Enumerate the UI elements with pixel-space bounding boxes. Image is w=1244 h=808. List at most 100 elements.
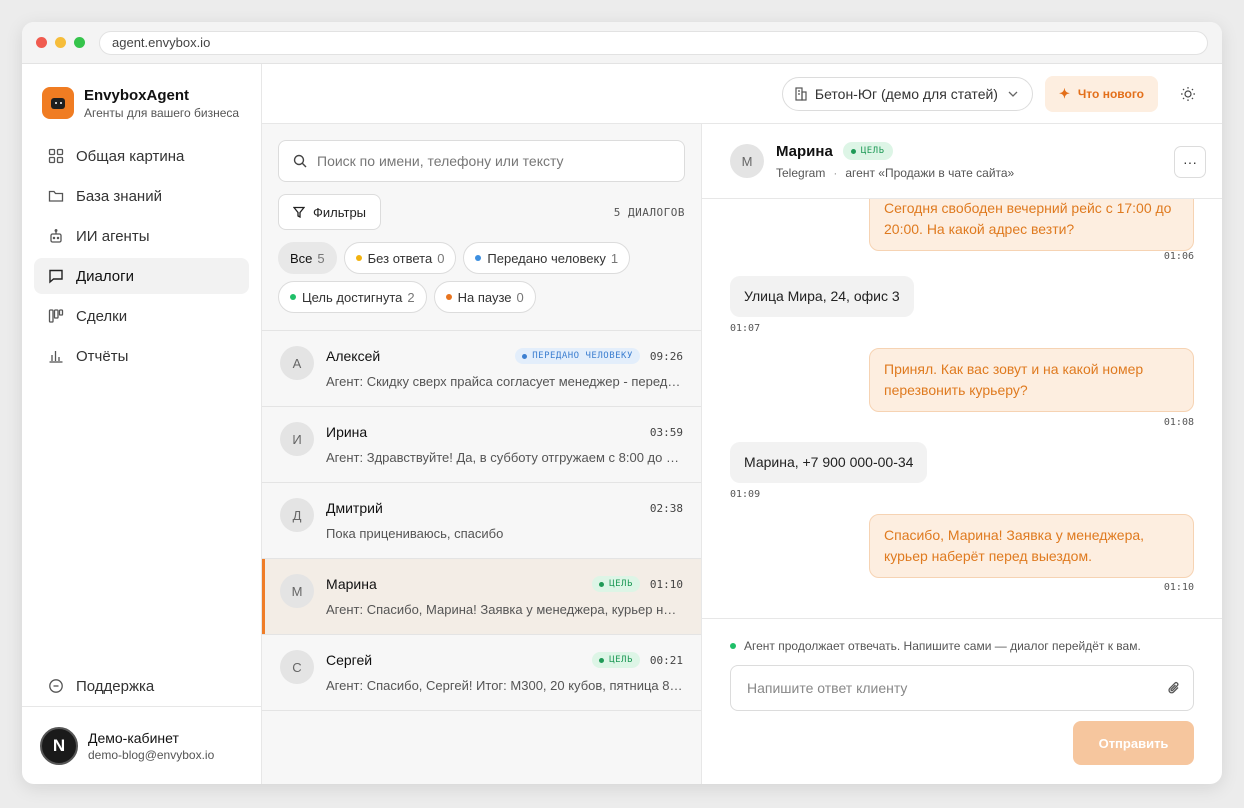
account-name: Демо-кабинет xyxy=(88,729,179,746)
contact-avatar: Д xyxy=(280,498,314,532)
chat-pane: М Марина ЦЕЛЬ Telegram · агент «Продажи в … xyxy=(702,124,1222,784)
paperclip-icon[interactable] xyxy=(1167,680,1181,699)
content: Поиск по имени, телефону или тексту Филь… xyxy=(262,124,1222,784)
sidebar-item-deals[interactable]: Сделки xyxy=(34,298,249,334)
composer: Агент продолжает отвечать. Напишите сами… xyxy=(702,618,1222,784)
chip-count: 1 xyxy=(610,250,619,266)
chat-agent: агент «Продажи в чате сайта» xyxy=(845,166,1015,180)
dialog-item[interactable]: С Сергей ЦЕЛЬ 00:21 Агент: Спасибо, Серг… xyxy=(262,635,701,711)
chat-contact-name: Марина xyxy=(776,142,833,160)
chip-label: Все xyxy=(290,250,313,266)
filters-label: Фильтры xyxy=(313,204,367,220)
sidebar-item-knowledge-base[interactable]: База знаний xyxy=(34,178,249,214)
client-message: Улица Мира, 24, офис 3 xyxy=(730,276,914,317)
company-selector[interactable]: Бетон-Юг (демо для статей) xyxy=(781,76,1033,111)
agent-status-hint: Агент продолжает отвечать. Напишите сами… xyxy=(730,639,1141,653)
sidebar-item-label: Общая картина xyxy=(76,147,185,165)
minimize-window-dot[interactable] xyxy=(55,37,66,48)
goal-badge: ЦЕЛЬ xyxy=(842,142,893,160)
dialog-item[interactable]: Д Дмитрий 02:38 Пока прицениваюсь, спаси… xyxy=(262,483,701,559)
filters-button[interactable]: Фильтры xyxy=(278,194,382,230)
dialog-time: 03:59 xyxy=(649,425,683,439)
theme-toggle-sun-icon[interactable] xyxy=(1176,82,1200,106)
address-bar[interactable]: agent.envybox.io xyxy=(99,30,1208,55)
sidebar-item-support[interactable]: Поддержка xyxy=(34,668,249,704)
sidebar-item-ai-agents[interactable]: ИИ агенты xyxy=(34,218,249,254)
status-badge-label: ЦЕЛЬ xyxy=(609,579,633,589)
status-dot xyxy=(290,294,296,300)
status-dot xyxy=(730,643,736,649)
message-list: Сегодня свободен вечерний рейс с 17:00 д… xyxy=(702,199,1222,618)
dialog-count: 5 ДИАЛОГОВ xyxy=(613,205,685,219)
reply-input[interactable]: Напишите ответ клиенту xyxy=(730,665,1194,711)
chip-count: 0 xyxy=(516,289,524,305)
sidebar-item-label: Сделки xyxy=(76,307,128,325)
contact-name: Алексей xyxy=(326,348,381,364)
bar-chart-icon xyxy=(48,348,64,364)
dialog-item[interactable]: И Ирина 03:59 Агент: Здравствуйте! Да, в… xyxy=(262,407,701,483)
filter-funnel-icon xyxy=(293,206,305,218)
more-options-button[interactable]: ··· xyxy=(1174,146,1206,178)
chip-label: Цель достигнута xyxy=(302,289,403,305)
chat-contact-avatar: М xyxy=(730,144,764,178)
search-placeholder: Поиск по имени, телефону или тексту xyxy=(317,153,564,169)
hint-text: Агент продолжает отвечать. Напишите сами… xyxy=(744,639,1141,653)
folder-icon xyxy=(48,188,64,204)
dialog-preview: Агент: Скидку сверх прайса согласует мен… xyxy=(326,374,683,389)
message-time: 01:10 xyxy=(1163,582,1194,593)
contact-avatar: А xyxy=(280,346,314,380)
sidebar-item-label: Поддержка xyxy=(76,677,155,695)
whats-new-button[interactable]: ✦ Что нового xyxy=(1044,75,1158,112)
support-link-wrap: Поддержка xyxy=(34,668,249,708)
status-badge-label: ЦЕЛЬ xyxy=(609,655,633,665)
contact-name: Марина xyxy=(326,576,377,592)
dialog-preview: Пока прицениваюсь, спасибо xyxy=(326,526,504,541)
send-button[interactable]: Отправить xyxy=(1073,721,1194,765)
status-badge-label: ПЕРЕДАНО ЧЕЛОВЕКУ xyxy=(532,351,633,361)
sidebar-item-overview[interactable]: Общая картина xyxy=(34,138,249,174)
account-email: demo-blog@envybox.io xyxy=(88,747,215,762)
message-time: 01:08 xyxy=(1163,417,1194,428)
chip-handed-to-human[interactable]: Передано человеку 1 xyxy=(463,242,631,274)
company-name: Бетон-Юг (демо для статей) xyxy=(814,85,998,102)
client-message: Марина, +7 900 000-00-34 xyxy=(730,442,928,483)
status-badge: ЦЕЛЬ xyxy=(592,576,640,592)
account-panel[interactable]: N Демо-кабинет demo-blog@envybox.io xyxy=(22,706,261,784)
contact-avatar: М xyxy=(280,574,314,608)
brand-subtitle: Агенты для вашего бизнеса xyxy=(84,105,240,120)
chip-count: 0 xyxy=(437,250,445,266)
sidebar-item-dialogs[interactable]: Диалоги xyxy=(34,258,249,294)
agent-message: Сегодня свободен вечерний рейс с 17:00 д… xyxy=(869,199,1194,251)
contact-name: Дмитрий xyxy=(326,500,383,516)
dialog-list: А Алексей ПЕРЕДАНО ЧЕЛОВЕКУ 09:26 Агент:… xyxy=(262,331,701,784)
dialog-item[interactable]: А Алексей ПЕРЕДАНО ЧЕЛОВЕКУ 09:26 Агент:… xyxy=(262,331,701,407)
close-window-dot[interactable] xyxy=(36,37,47,48)
status-dot xyxy=(475,255,482,261)
message-time: 01:09 xyxy=(730,489,761,500)
chat-channel: Telegram xyxy=(776,166,826,180)
search-icon xyxy=(293,154,307,168)
contact-name: Сергей xyxy=(326,652,373,668)
browser-window: agent.envybox.io EnvyboxAgent Агенты для… xyxy=(22,22,1222,784)
support-chat-icon xyxy=(48,678,64,694)
dialog-preview: Агент: Спасибо, Марина! Заявка у менедже… xyxy=(326,602,683,617)
maximize-window-dot[interactable] xyxy=(74,37,85,48)
dashboard-icon xyxy=(48,148,64,164)
chip-all[interactable]: Все 5 xyxy=(278,242,337,274)
search-input[interactable]: Поиск по имени, телефону или тексту xyxy=(278,140,685,182)
topbar: Бетон-Юг (демо для статей) ✦ Что нового xyxy=(262,64,1222,124)
dialog-list-header: Поиск по имени, телефону или тексту Филь… xyxy=(262,124,701,331)
sidebar-item-label: Отчёты xyxy=(76,347,129,365)
sidebar-item-reports[interactable]: Отчёты xyxy=(34,338,249,374)
dialog-time: 00:21 xyxy=(649,653,683,667)
chip-goal-reached[interactable]: Цель достигнута 2 xyxy=(278,281,427,313)
chip-no-reply[interactable]: Без ответа 0 xyxy=(343,242,457,274)
brand[interactable]: EnvyboxAgent Агенты для вашего бизнеса xyxy=(22,64,261,122)
dialog-item-selected[interactable]: М Марина ЦЕЛЬ 01:10 Агент: Спасибо, Мари… xyxy=(262,559,701,635)
agent-message: Спасибо, Марина! Заявка у менеджера, кур… xyxy=(869,514,1194,578)
sidebar-nav: Общая картина База знаний ИИ агенты Диал… xyxy=(22,138,261,378)
sidebar: EnvyboxAgent Агенты для вашего бизнеса О… xyxy=(22,64,262,784)
chip-paused[interactable]: На паузе 0 xyxy=(433,281,536,313)
chip-label: На паузе xyxy=(457,289,512,305)
separator-dot: · xyxy=(833,166,838,180)
